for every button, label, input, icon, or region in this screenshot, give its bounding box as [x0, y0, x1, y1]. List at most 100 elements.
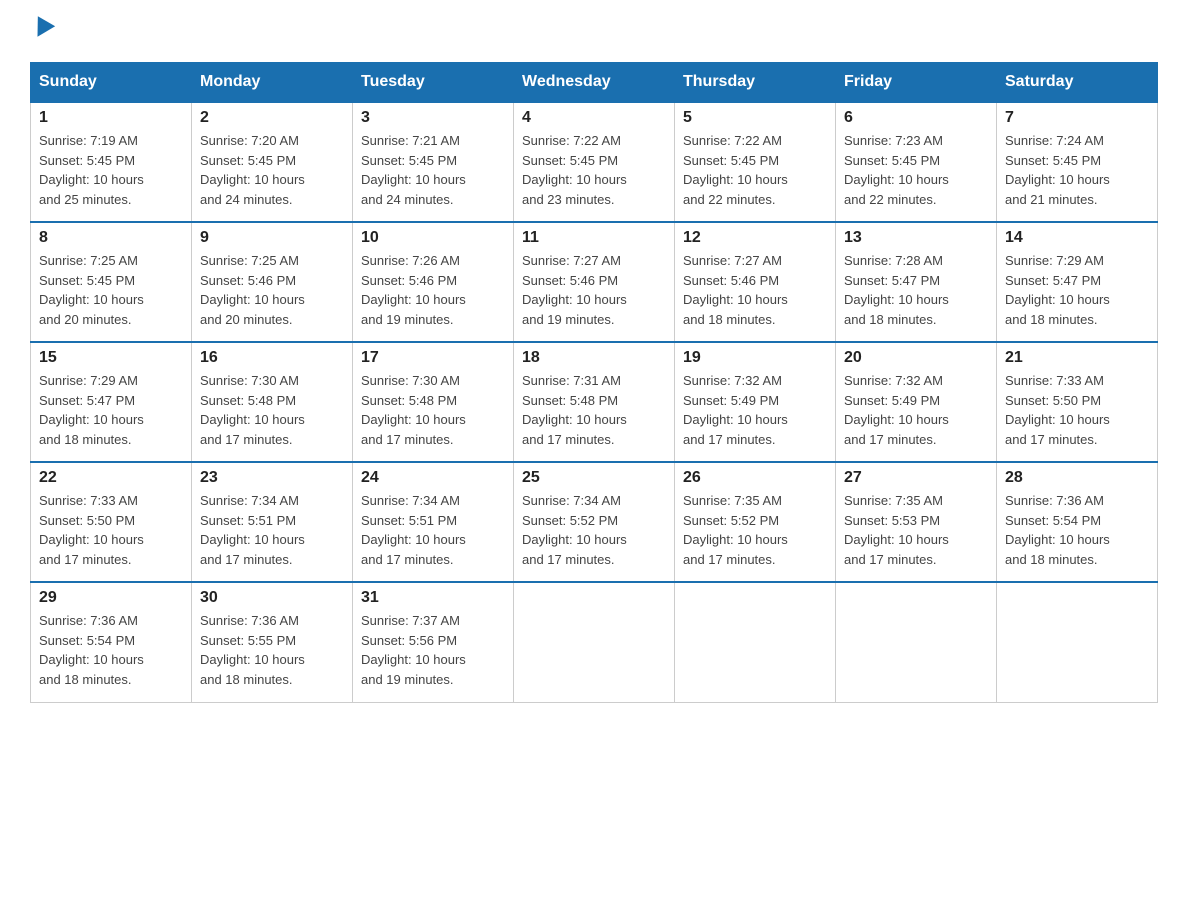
day-info: Sunrise: 7:23 AM Sunset: 5:45 PM Dayligh…	[844, 131, 988, 209]
day-info: Sunrise: 7:27 AM Sunset: 5:46 PM Dayligh…	[683, 251, 827, 329]
day-info: Sunrise: 7:34 AM Sunset: 5:51 PM Dayligh…	[200, 491, 344, 569]
day-info: Sunrise: 7:26 AM Sunset: 5:46 PM Dayligh…	[361, 251, 505, 329]
days-header-row: SundayMondayTuesdayWednesdayThursdayFrid…	[31, 63, 1158, 103]
page-header	[30, 20, 1158, 42]
calendar-cell: 10 Sunrise: 7:26 AM Sunset: 5:46 PM Dayl…	[353, 222, 514, 342]
day-number: 6	[844, 109, 988, 127]
calendar-cell: 18 Sunrise: 7:31 AM Sunset: 5:48 PM Dayl…	[514, 342, 675, 462]
day-info: Sunrise: 7:19 AM Sunset: 5:45 PM Dayligh…	[39, 131, 183, 209]
day-number: 23	[200, 469, 344, 487]
calendar-cell: 27 Sunrise: 7:35 AM Sunset: 5:53 PM Dayl…	[836, 462, 997, 582]
day-info: Sunrise: 7:35 AM Sunset: 5:53 PM Dayligh…	[844, 491, 988, 569]
calendar-cell: 16 Sunrise: 7:30 AM Sunset: 5:48 PM Dayl…	[192, 342, 353, 462]
header-wednesday: Wednesday	[514, 63, 675, 103]
header-friday: Friday	[836, 63, 997, 103]
day-info: Sunrise: 7:33 AM Sunset: 5:50 PM Dayligh…	[39, 491, 183, 569]
calendar-cell: 7 Sunrise: 7:24 AM Sunset: 5:45 PM Dayli…	[997, 102, 1158, 222]
day-info: Sunrise: 7:29 AM Sunset: 5:47 PM Dayligh…	[39, 371, 183, 449]
day-info: Sunrise: 7:37 AM Sunset: 5:56 PM Dayligh…	[361, 611, 505, 689]
calendar-cell: 28 Sunrise: 7:36 AM Sunset: 5:54 PM Dayl…	[997, 462, 1158, 582]
calendar-cell: 30 Sunrise: 7:36 AM Sunset: 5:55 PM Dayl…	[192, 582, 353, 702]
header-sunday: Sunday	[31, 63, 192, 103]
calendar-cell: 11 Sunrise: 7:27 AM Sunset: 5:46 PM Dayl…	[514, 222, 675, 342]
week-row-1: 1 Sunrise: 7:19 AM Sunset: 5:45 PM Dayli…	[31, 102, 1158, 222]
calendar-cell: 25 Sunrise: 7:34 AM Sunset: 5:52 PM Dayl…	[514, 462, 675, 582]
logo-triangle-icon	[29, 16, 55, 42]
day-info: Sunrise: 7:20 AM Sunset: 5:45 PM Dayligh…	[200, 131, 344, 209]
logo	[30, 20, 52, 42]
calendar-cell: 4 Sunrise: 7:22 AM Sunset: 5:45 PM Dayli…	[514, 102, 675, 222]
day-number: 17	[361, 349, 505, 367]
day-info: Sunrise: 7:22 AM Sunset: 5:45 PM Dayligh…	[522, 131, 666, 209]
calendar-cell: 15 Sunrise: 7:29 AM Sunset: 5:47 PM Dayl…	[31, 342, 192, 462]
day-info: Sunrise: 7:30 AM Sunset: 5:48 PM Dayligh…	[361, 371, 505, 449]
calendar-cell: 8 Sunrise: 7:25 AM Sunset: 5:45 PM Dayli…	[31, 222, 192, 342]
calendar-cell	[997, 582, 1158, 702]
day-info: Sunrise: 7:34 AM Sunset: 5:51 PM Dayligh…	[361, 491, 505, 569]
day-number: 16	[200, 349, 344, 367]
calendar-cell: 14 Sunrise: 7:29 AM Sunset: 5:47 PM Dayl…	[997, 222, 1158, 342]
calendar-cell	[675, 582, 836, 702]
day-number: 20	[844, 349, 988, 367]
calendar-cell: 12 Sunrise: 7:27 AM Sunset: 5:46 PM Dayl…	[675, 222, 836, 342]
calendar-cell: 20 Sunrise: 7:32 AM Sunset: 5:49 PM Dayl…	[836, 342, 997, 462]
day-number: 3	[361, 109, 505, 127]
day-info: Sunrise: 7:22 AM Sunset: 5:45 PM Dayligh…	[683, 131, 827, 209]
week-row-4: 22 Sunrise: 7:33 AM Sunset: 5:50 PM Dayl…	[31, 462, 1158, 582]
day-number: 30	[200, 589, 344, 607]
week-row-5: 29 Sunrise: 7:36 AM Sunset: 5:54 PM Dayl…	[31, 582, 1158, 702]
calendar-cell: 31 Sunrise: 7:37 AM Sunset: 5:56 PM Dayl…	[353, 582, 514, 702]
day-number: 21	[1005, 349, 1149, 367]
day-info: Sunrise: 7:35 AM Sunset: 5:52 PM Dayligh…	[683, 491, 827, 569]
day-info: Sunrise: 7:36 AM Sunset: 5:54 PM Dayligh…	[1005, 491, 1149, 569]
day-info: Sunrise: 7:28 AM Sunset: 5:47 PM Dayligh…	[844, 251, 988, 329]
calendar-cell: 21 Sunrise: 7:33 AM Sunset: 5:50 PM Dayl…	[997, 342, 1158, 462]
day-number: 8	[39, 229, 183, 247]
day-number: 25	[522, 469, 666, 487]
calendar-cell: 26 Sunrise: 7:35 AM Sunset: 5:52 PM Dayl…	[675, 462, 836, 582]
day-info: Sunrise: 7:32 AM Sunset: 5:49 PM Dayligh…	[683, 371, 827, 449]
day-number: 7	[1005, 109, 1149, 127]
day-number: 1	[39, 109, 183, 127]
header-tuesday: Tuesday	[353, 63, 514, 103]
day-info: Sunrise: 7:30 AM Sunset: 5:48 PM Dayligh…	[200, 371, 344, 449]
day-number: 9	[200, 229, 344, 247]
calendar-cell: 9 Sunrise: 7:25 AM Sunset: 5:46 PM Dayli…	[192, 222, 353, 342]
calendar-cell: 5 Sunrise: 7:22 AM Sunset: 5:45 PM Dayli…	[675, 102, 836, 222]
week-row-3: 15 Sunrise: 7:29 AM Sunset: 5:47 PM Dayl…	[31, 342, 1158, 462]
calendar-cell: 2 Sunrise: 7:20 AM Sunset: 5:45 PM Dayli…	[192, 102, 353, 222]
calendar-cell: 23 Sunrise: 7:34 AM Sunset: 5:51 PM Dayl…	[192, 462, 353, 582]
day-info: Sunrise: 7:21 AM Sunset: 5:45 PM Dayligh…	[361, 131, 505, 209]
day-number: 15	[39, 349, 183, 367]
day-number: 13	[844, 229, 988, 247]
day-number: 26	[683, 469, 827, 487]
calendar-cell: 6 Sunrise: 7:23 AM Sunset: 5:45 PM Dayli…	[836, 102, 997, 222]
header-thursday: Thursday	[675, 63, 836, 103]
day-info: Sunrise: 7:33 AM Sunset: 5:50 PM Dayligh…	[1005, 371, 1149, 449]
day-number: 12	[683, 229, 827, 247]
calendar-cell: 22 Sunrise: 7:33 AM Sunset: 5:50 PM Dayl…	[31, 462, 192, 582]
day-info: Sunrise: 7:34 AM Sunset: 5:52 PM Dayligh…	[522, 491, 666, 569]
day-number: 14	[1005, 229, 1149, 247]
day-number: 27	[844, 469, 988, 487]
calendar-cell	[836, 582, 997, 702]
day-info: Sunrise: 7:25 AM Sunset: 5:46 PM Dayligh…	[200, 251, 344, 329]
calendar-table: SundayMondayTuesdayWednesdayThursdayFrid…	[30, 62, 1158, 703]
calendar-cell: 17 Sunrise: 7:30 AM Sunset: 5:48 PM Dayl…	[353, 342, 514, 462]
day-number: 29	[39, 589, 183, 607]
day-number: 18	[522, 349, 666, 367]
day-number: 19	[683, 349, 827, 367]
header-saturday: Saturday	[997, 63, 1158, 103]
day-info: Sunrise: 7:32 AM Sunset: 5:49 PM Dayligh…	[844, 371, 988, 449]
day-number: 5	[683, 109, 827, 127]
calendar-cell: 1 Sunrise: 7:19 AM Sunset: 5:45 PM Dayli…	[31, 102, 192, 222]
calendar-cell: 3 Sunrise: 7:21 AM Sunset: 5:45 PM Dayli…	[353, 102, 514, 222]
day-number: 11	[522, 229, 666, 247]
day-info: Sunrise: 7:31 AM Sunset: 5:48 PM Dayligh…	[522, 371, 666, 449]
calendar-cell: 24 Sunrise: 7:34 AM Sunset: 5:51 PM Dayl…	[353, 462, 514, 582]
day-info: Sunrise: 7:36 AM Sunset: 5:55 PM Dayligh…	[200, 611, 344, 689]
day-number: 22	[39, 469, 183, 487]
day-number: 28	[1005, 469, 1149, 487]
day-number: 4	[522, 109, 666, 127]
calendar-cell: 13 Sunrise: 7:28 AM Sunset: 5:47 PM Dayl…	[836, 222, 997, 342]
